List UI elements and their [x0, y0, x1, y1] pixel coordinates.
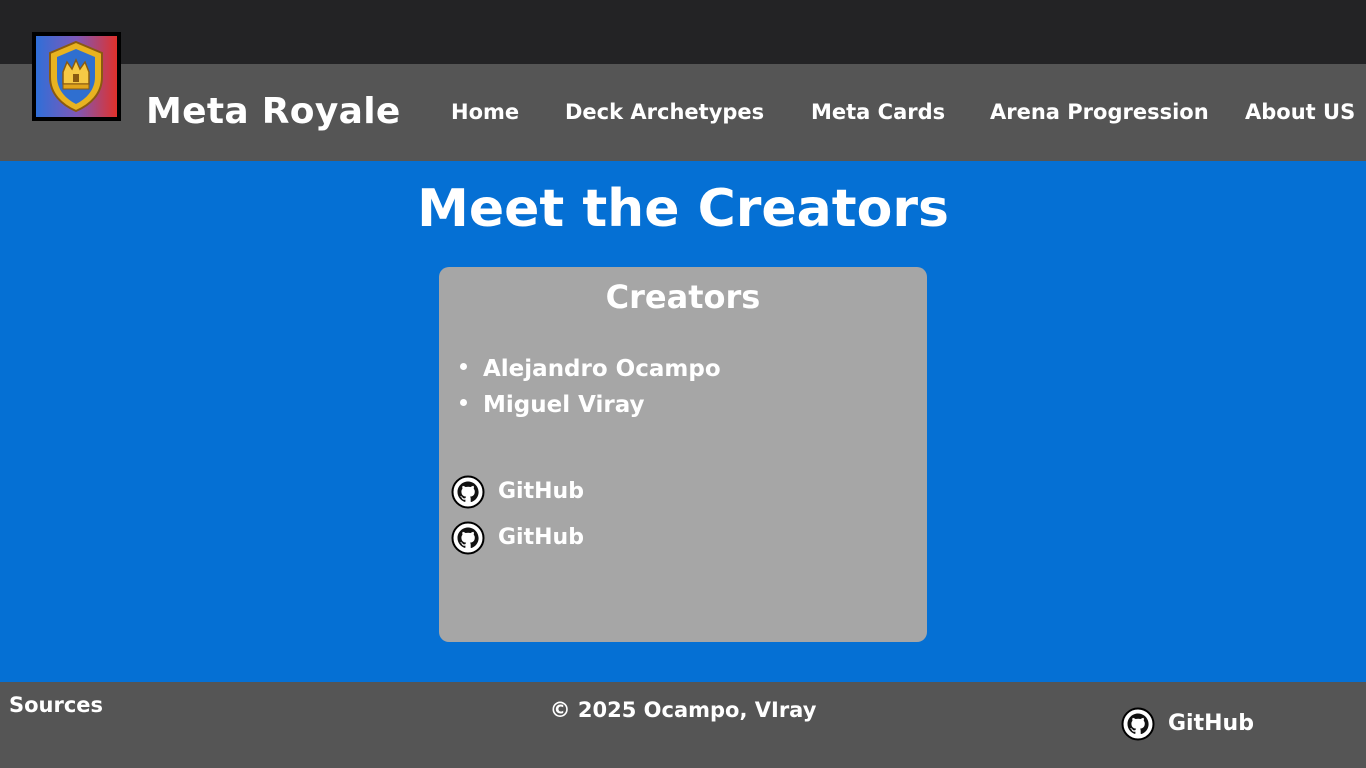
creators-card [439, 267, 927, 642]
github-icon [451, 475, 485, 509]
site-title[interactable]: Meta Royale [146, 88, 401, 136]
github-link-label: GitHub [498, 479, 584, 504]
site-logo[interactable] [32, 32, 121, 121]
creator-name: Alejandro Ocampo [483, 356, 721, 382]
github-icon [1121, 707, 1155, 741]
github-icon [451, 521, 485, 555]
creator-list-item: Miguel Viray [456, 389, 645, 421]
creator-github-link[interactable]: GitHub [451, 475, 584, 509]
footer-github-label: GitHub [1168, 711, 1254, 736]
footer-github-link[interactable]: GitHub [1121, 707, 1254, 741]
nav-about-us-link[interactable]: About US [1245, 97, 1355, 127]
bullet-icon [460, 363, 467, 370]
creator-name: Miguel Viray [483, 392, 645, 418]
crown-shield-icon [49, 40, 103, 113]
top-bar [0, 0, 1366, 64]
nav-home-link[interactable]: Home [451, 97, 519, 127]
creator-github-link[interactable]: GitHub [451, 521, 584, 555]
github-link-label: GitHub [498, 525, 584, 550]
page-title: Meet the Creators [417, 179, 949, 239]
creator-list-item: Alejandro Ocampo [456, 353, 721, 385]
nav-arena-progression-link[interactable]: Arena Progression [990, 97, 1209, 127]
nav-deck-archetypes-link[interactable]: Deck Archetypes [565, 97, 764, 127]
creators-card-title: Creators [605, 278, 761, 316]
nav-meta-cards-link[interactable]: Meta Cards [811, 97, 945, 127]
bullet-icon [460, 399, 467, 406]
